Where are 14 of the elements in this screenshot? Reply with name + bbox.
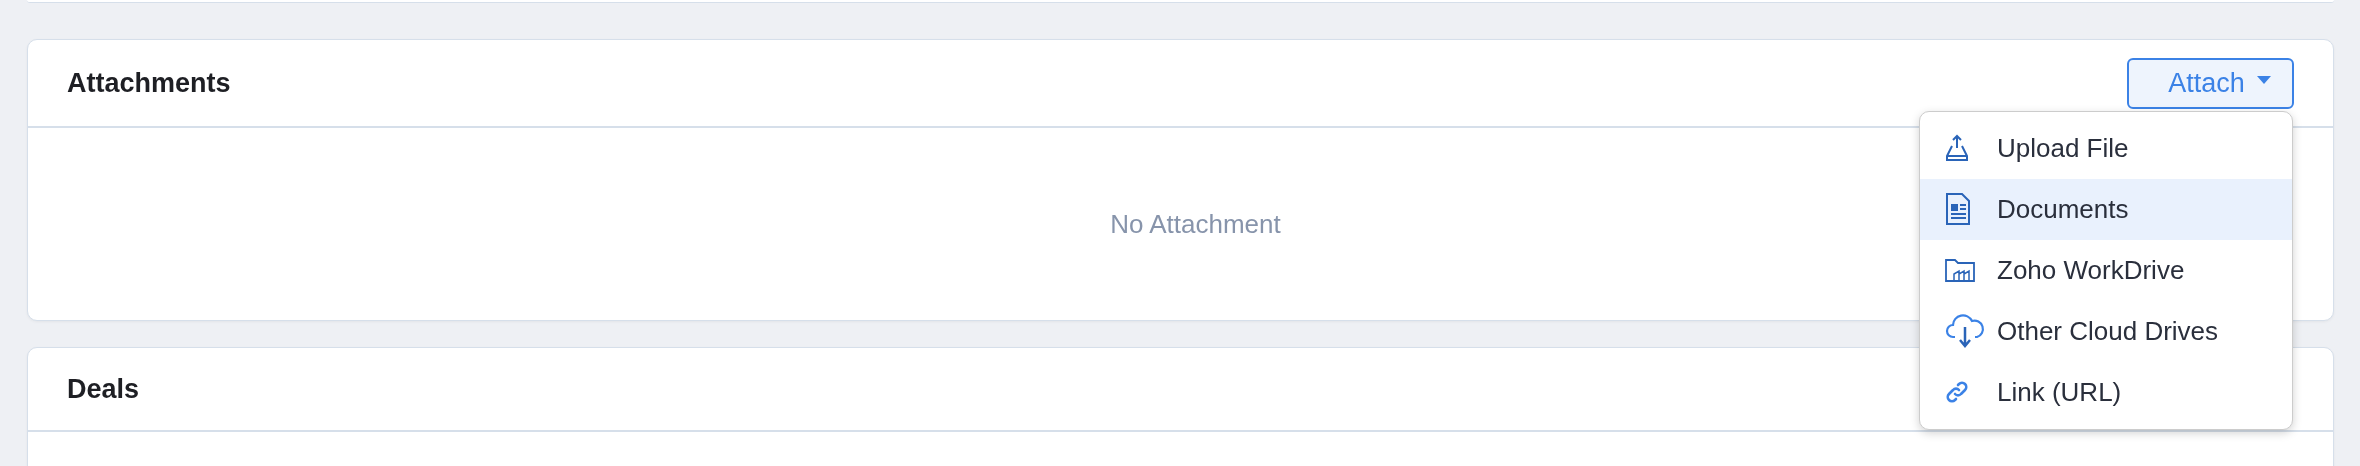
- menu-item[interactable]: Documents: [1920, 178, 2292, 240]
- caret-icon: [2256, 76, 2271, 84]
- document-icon: [1945, 193, 1971, 225]
- folder-icon: [1945, 258, 1975, 282]
- section-title: Deals: [67, 373, 140, 405]
- menu-item[interactable]: Link (URL): [1920, 361, 2292, 423]
- empty-message: No Attachment: [1110, 208, 1281, 240]
- link-icon: [1945, 380, 1969, 404]
- section-title: Attachments: [67, 67, 231, 99]
- menu-item[interactable]: Zoho WorkDrive: [1920, 239, 2292, 301]
- cloud-download-icon: [1945, 313, 1985, 349]
- upload-icon: [1945, 134, 1969, 162]
- menu-item[interactable]: Upload File: [1920, 117, 2292, 179]
- menu-item[interactable]: Other Cloud Drives: [1920, 300, 2292, 362]
